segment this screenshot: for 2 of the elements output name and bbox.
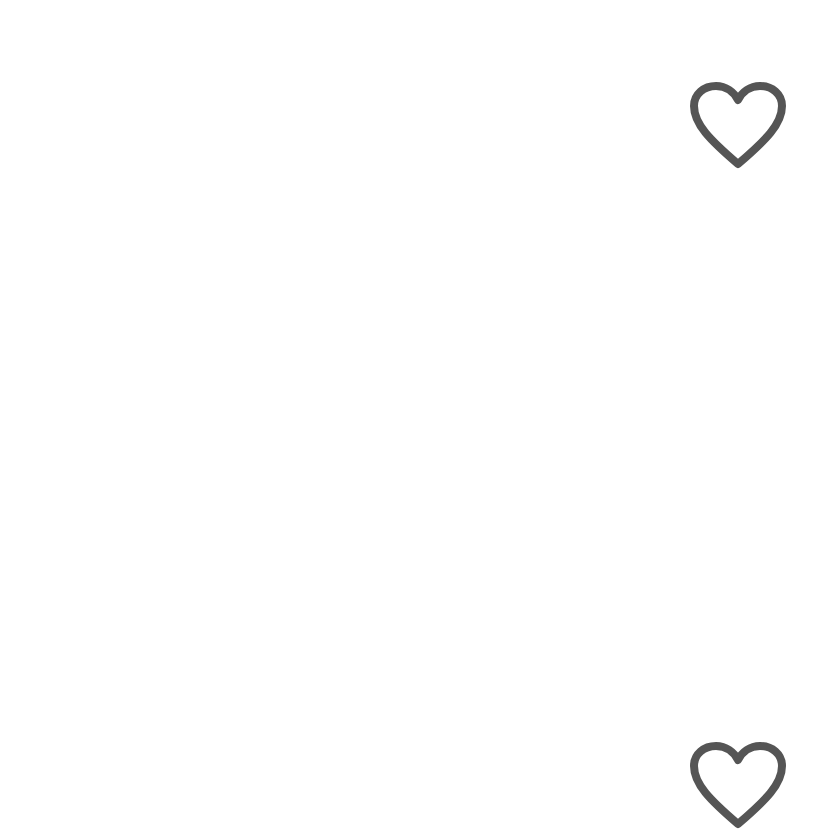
heart-icon[interactable] bbox=[690, 82, 786, 170]
heart-icon[interactable] bbox=[690, 742, 786, 830]
